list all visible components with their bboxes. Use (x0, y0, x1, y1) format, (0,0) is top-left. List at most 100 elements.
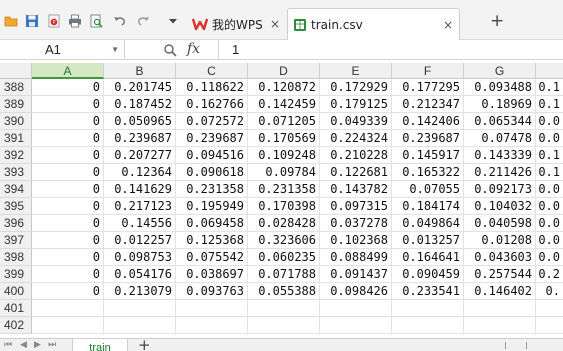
table-cell[interactable]: 0.201745 (104, 79, 176, 96)
row-header[interactable]: 401 (0, 300, 32, 317)
open-folder-icon[interactable] (4, 14, 18, 28)
tab-train-csv[interactable]: train.csv × (287, 8, 460, 40)
table-cell[interactable]: 0.12364 (104, 164, 176, 181)
table-cell[interactable]: 0 (32, 249, 104, 266)
table-cell[interactable]: 0.18969 (464, 96, 536, 113)
first-sheet-icon[interactable]: ⏮ (4, 339, 12, 351)
formula-input[interactable]: 1 (232, 42, 239, 57)
row-header[interactable]: 399 (0, 266, 32, 283)
table-cell[interactable]: 0.224324 (320, 130, 392, 147)
table-cell[interactable] (104, 300, 176, 317)
table-cell[interactable]: 0.0 (536, 113, 563, 130)
row-header[interactable]: 398 (0, 249, 32, 266)
table-cell[interactable]: 0.14556 (104, 215, 176, 232)
table-cell[interactable]: 0.060235 (248, 249, 320, 266)
print-preview-icon[interactable] (89, 14, 103, 28)
table-cell[interactable]: 0.165322 (392, 164, 464, 181)
table-cell[interactable]: 0.187452 (104, 96, 176, 113)
table-cell[interactable]: 0.231358 (248, 181, 320, 198)
table-cell[interactable]: 0.164641 (392, 249, 464, 266)
insert-function-button[interactable]: fx (187, 41, 200, 57)
table-cell[interactable] (464, 300, 536, 317)
table-cell[interactable]: 0 (32, 232, 104, 249)
table-cell[interactable]: 0.065344 (464, 113, 536, 130)
table-cell[interactable]: 0.07478 (464, 130, 536, 147)
table-cell[interactable]: 0. (536, 283, 563, 300)
table-cell[interactable] (320, 317, 392, 334)
table-cell[interactable]: 0.217123 (104, 198, 176, 215)
table-cell[interactable]: 0.088499 (320, 249, 392, 266)
table-cell[interactable]: 0.104032 (464, 198, 536, 215)
table-cell[interactable] (176, 300, 248, 317)
table-cell[interactable]: 0.213079 (104, 283, 176, 300)
table-cell[interactable]: 0.195949 (176, 198, 248, 215)
table-cell[interactable]: 0.184174 (392, 198, 464, 215)
table-cell[interactable]: 0.072572 (176, 113, 248, 130)
table-cell[interactable]: 0.01208 (464, 232, 536, 249)
table-cell[interactable] (32, 300, 104, 317)
export-pdf-icon[interactable]: P (47, 14, 61, 28)
table-cell[interactable]: 0.092173 (464, 181, 536, 198)
table-cell[interactable]: 0.1 (536, 164, 563, 181)
close-tab-icon[interactable]: × (443, 18, 453, 32)
table-cell[interactable]: 0.050965 (104, 113, 176, 130)
table-cell[interactable]: 0.179125 (320, 96, 392, 113)
table-cell[interactable]: 0.239687 (392, 130, 464, 147)
table-cell[interactable]: 0.146402 (464, 283, 536, 300)
column-header-c[interactable]: C (176, 63, 248, 79)
table-cell[interactable]: 0.239687 (176, 130, 248, 147)
table-cell[interactable] (464, 317, 536, 334)
table-cell[interactable]: 0 (32, 181, 104, 198)
table-cell[interactable]: 0.170398 (248, 198, 320, 215)
table-cell[interactable]: 0.323606 (248, 232, 320, 249)
table-cell[interactable] (392, 300, 464, 317)
prev-sheet-icon[interactable]: ◀ (20, 339, 27, 351)
table-cell[interactable]: 0.093763 (176, 283, 248, 300)
table-cell[interactable]: 0.143339 (464, 147, 536, 164)
table-cell[interactable]: 0 (32, 96, 104, 113)
redo-icon[interactable] (136, 14, 150, 28)
table-cell[interactable]: 0.142459 (248, 96, 320, 113)
column-header-b[interactable]: B (104, 63, 176, 79)
table-cell[interactable]: 0.055388 (248, 283, 320, 300)
table-cell[interactable]: 0 (32, 198, 104, 215)
table-cell[interactable]: 0.037278 (320, 215, 392, 232)
table-cell[interactable]: 0.093488 (464, 79, 536, 96)
table-cell[interactable] (392, 317, 464, 334)
table-cell[interactable]: 0 (32, 283, 104, 300)
table-cell[interactable]: 0 (32, 266, 104, 283)
sheet-tab-train[interactable]: train (72, 339, 128, 351)
table-cell[interactable] (320, 300, 392, 317)
table-cell[interactable] (536, 300, 563, 317)
row-header[interactable]: 392 (0, 147, 32, 164)
table-cell[interactable]: 0.1 (536, 147, 563, 164)
table-cell[interactable]: 0.075542 (176, 249, 248, 266)
row-header[interactable]: 395 (0, 198, 32, 215)
table-cell[interactable]: 0 (32, 215, 104, 232)
table-cell[interactable]: 0.109248 (248, 147, 320, 164)
table-cell[interactable]: 0.102368 (320, 232, 392, 249)
table-cell[interactable]: 0.170569 (248, 130, 320, 147)
table-cell[interactable]: 0.233541 (392, 283, 464, 300)
table-cell[interactable] (536, 317, 563, 334)
last-sheet-icon[interactable]: ⏭ (48, 339, 56, 351)
table-cell[interactable]: 0.07055 (392, 181, 464, 198)
row-header[interactable]: 397 (0, 232, 32, 249)
column-header-a[interactable]: A (32, 63, 104, 79)
table-cell[interactable]: 0.098426 (320, 283, 392, 300)
table-cell[interactable]: 0.071205 (248, 113, 320, 130)
table-cell[interactable]: 0.162766 (176, 96, 248, 113)
table-cell[interactable]: 0 (32, 113, 104, 130)
table-cell[interactable]: 0.049864 (392, 215, 464, 232)
table-cell[interactable]: 0.09784 (248, 164, 320, 181)
table-cell[interactable]: 0.043603 (464, 249, 536, 266)
table-cell[interactable]: 0.212347 (392, 96, 464, 113)
table-cell[interactable] (248, 300, 320, 317)
table-cell[interactable]: 0.2 (536, 266, 563, 283)
table-cell[interactable]: 0.207277 (104, 147, 176, 164)
table-cell[interactable]: 0.211426 (464, 164, 536, 181)
print-icon[interactable] (68, 14, 82, 28)
horizontal-scrollbar-handle[interactable] (505, 342, 527, 349)
row-header[interactable]: 391 (0, 130, 32, 147)
column-header-g[interactable]: G (464, 63, 536, 79)
